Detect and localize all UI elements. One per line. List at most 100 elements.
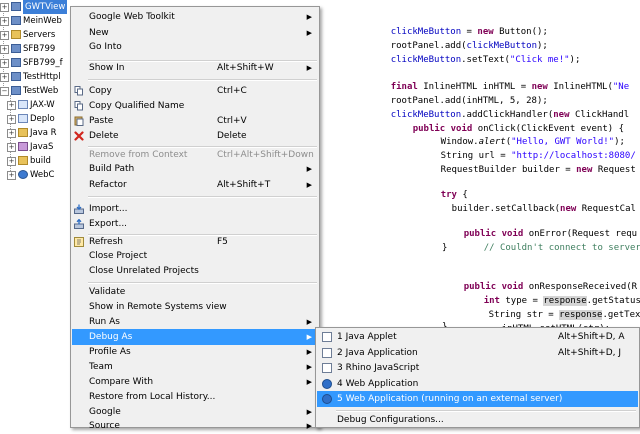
menu-item-label: Profile As [89, 347, 131, 357]
tree-item-label: TestWeb [23, 86, 59, 96]
menu-item-refactor[interactable]: Refactor Alt+Shift+T ▶ [72, 177, 318, 193]
expand-toggle-icon[interactable]: + [7, 157, 16, 166]
expand-toggle-icon[interactable]: + [0, 17, 9, 26]
menu-item-label: Export... [89, 219, 128, 229]
menu-separator [88, 196, 317, 198]
menu-item-close-unrelated-projects[interactable]: Close Unrelated Projects [72, 263, 318, 279]
code-line-20: public void onResponseReceived(R [463, 282, 638, 292]
menu-item-debug-as[interactable]: Debug As ▶ [72, 329, 318, 345]
tree-item-label: JavaS [30, 142, 54, 152]
menu-item-paste[interactable]: Paste Ctrl+V [72, 113, 318, 129]
submenu-item-web-application-external[interactable]: 5 Web Application (running on an externa… [317, 391, 638, 407]
collapse-toggle-icon[interactable]: − [0, 87, 9, 96]
menu-item-export[interactable]: Export... [72, 216, 318, 232]
code-line-13: try { [440, 190, 468, 200]
submenu-item-java-application[interactable]: 2 Java Application Alt+Shift+D, J [317, 345, 638, 361]
paste-icon [74, 116, 84, 126]
code-line-23: inHTML.setHTML(str); [480, 308, 610, 334]
expand-toggle-icon[interactable]: + [7, 101, 16, 110]
copy-icon [74, 86, 83, 96]
submenu-item-debug-configurations[interactable]: Debug Configurations... [317, 412, 638, 428]
submenu-arrow-icon: ▶ [306, 165, 312, 173]
menu-item-compare-with[interactable]: Compare With ▶ [72, 374, 318, 390]
menu-item-shortcut: Ctrl+C [217, 86, 247, 96]
tree-item-label: WebC [30, 170, 55, 180]
menu-item-copy-qualified-name[interactable]: Copy Qualified Name [72, 98, 318, 114]
expand-toggle-icon[interactable]: + [7, 115, 16, 124]
tree-item-label: MeinWeb [23, 16, 62, 26]
expand-toggle-icon[interactable]: + [0, 73, 9, 82]
menu-item-import[interactable]: Import... [72, 201, 318, 217]
menu-item-run-as[interactable]: Run As ▶ [72, 314, 318, 330]
menu-item-label: Delete [89, 131, 119, 141]
web-application-external-icon [322, 394, 332, 404]
code-line-21: int type = response.getStatus [483, 296, 640, 306]
menu-item-delete[interactable]: Delete Delete [72, 128, 318, 144]
expand-toggle-icon[interactable]: + [7, 171, 16, 180]
context-menu: Google Web Toolkit ▶ New ▶ Go Into Show … [70, 6, 320, 431]
code-line-1: clickMeButton = new Button(); [390, 27, 548, 37]
delete-icon [74, 131, 84, 141]
tree-item-label: JAX-W [30, 100, 55, 110]
menu-item-show-in-remote-systems[interactable]: Show in Remote Systems view [72, 299, 318, 315]
code-line-3: clickMeButton.setText("Click me!"); [390, 55, 581, 65]
webcontent-icon [18, 170, 28, 179]
project-icon [11, 44, 21, 53]
tree-item-label: SFB799 [23, 44, 56, 54]
menu-item-label: Import... [89, 204, 128, 214]
java-resources-icon [18, 128, 28, 137]
submenu-item-label: 4 Web Application [337, 379, 419, 389]
menu-item-show-in[interactable]: Show In Alt+Shift+W ▶ [72, 60, 318, 76]
code-line-6: rootPanel.add(inHTML, 5, 28); [390, 96, 548, 106]
submenu-item-label: Debug Configurations... [337, 415, 444, 425]
menu-item-label: Compare With [89, 377, 154, 387]
menu-separator [88, 79, 317, 81]
expand-toggle-icon[interactable]: + [7, 143, 16, 152]
menu-item-validate[interactable]: Validate [72, 284, 318, 300]
project-icon [11, 2, 21, 11]
menu-item-label: Build Path [89, 164, 135, 174]
submenu-item-rhino-javascript[interactable]: 3 Rhino JavaScript [317, 360, 638, 376]
expand-toggle-icon[interactable]: + [0, 3, 9, 12]
menu-item-copy[interactable]: Copy Ctrl+C [72, 83, 318, 99]
submenu-item-label: 1 Java Applet [337, 332, 397, 342]
copy-qualified-icon [74, 101, 83, 111]
project-icon [11, 86, 21, 95]
menu-item-source[interactable]: Source ▶ [72, 418, 318, 434]
menu-item-label: Copy [89, 86, 112, 96]
code-line-5: final InlineHTML inHTML = new InlineHTML… [390, 82, 630, 92]
menu-item-label: Run As [89, 317, 120, 327]
expand-toggle-icon[interactable]: + [0, 59, 9, 68]
folder-icon [18, 156, 28, 165]
code-line-14: builder.setCallback(new RequestCal [451, 204, 636, 214]
code-line-18: } [442, 243, 448, 253]
menu-item-team[interactable]: Team ▶ [72, 359, 318, 375]
folder-icon [11, 30, 21, 39]
web-application-icon [322, 379, 332, 389]
code-line-11: RequestBuilder builder = new Request [440, 165, 636, 175]
expand-toggle-icon[interactable]: + [7, 129, 16, 138]
menu-item-restore-from-local-history[interactable]: Restore from Local History... [72, 389, 318, 405]
submenu-arrow-icon: ▶ [306, 318, 312, 326]
deployment-descriptor-icon [18, 114, 28, 123]
menu-item-go-into[interactable]: Go Into [72, 39, 318, 55]
menu-item-build-path[interactable]: Build Path ▶ [72, 161, 318, 177]
submenu-item-label: 2 Java Application [337, 348, 418, 358]
menu-item-profile-as[interactable]: Profile As ▶ [72, 344, 318, 360]
project-explorer-tree: + GWTView + MeinWeb + Servers + SFB799 +… [0, 0, 80, 428]
submenu-arrow-icon: ▶ [306, 13, 312, 21]
jax-ws-icon [18, 100, 28, 109]
menu-item-label: Restore from Local History... [89, 392, 216, 402]
menu-item-label: Show In [89, 63, 125, 73]
code-line-17: // Couldn't connect to server [483, 243, 640, 253]
menu-item-close-project[interactable]: Close Project [72, 248, 318, 264]
expand-toggle-icon[interactable]: + [0, 45, 9, 54]
submenu-item-java-applet[interactable]: 1 Java Applet Alt+Shift+D, A [317, 329, 638, 345]
expand-toggle-icon[interactable]: + [0, 31, 9, 40]
menu-item-label: Debug As [89, 332, 133, 342]
menu-item-google-web-toolkit[interactable]: Google Web Toolkit ▶ [72, 9, 318, 25]
tree-item-label: SFB799_f [23, 58, 63, 68]
submenu-item-web-application[interactable]: 4 Web Application [317, 376, 638, 392]
submenu-item-label: 5 Web Application (running on an externa… [337, 394, 563, 404]
submenu-arrow-icon: ▶ [306, 378, 312, 386]
